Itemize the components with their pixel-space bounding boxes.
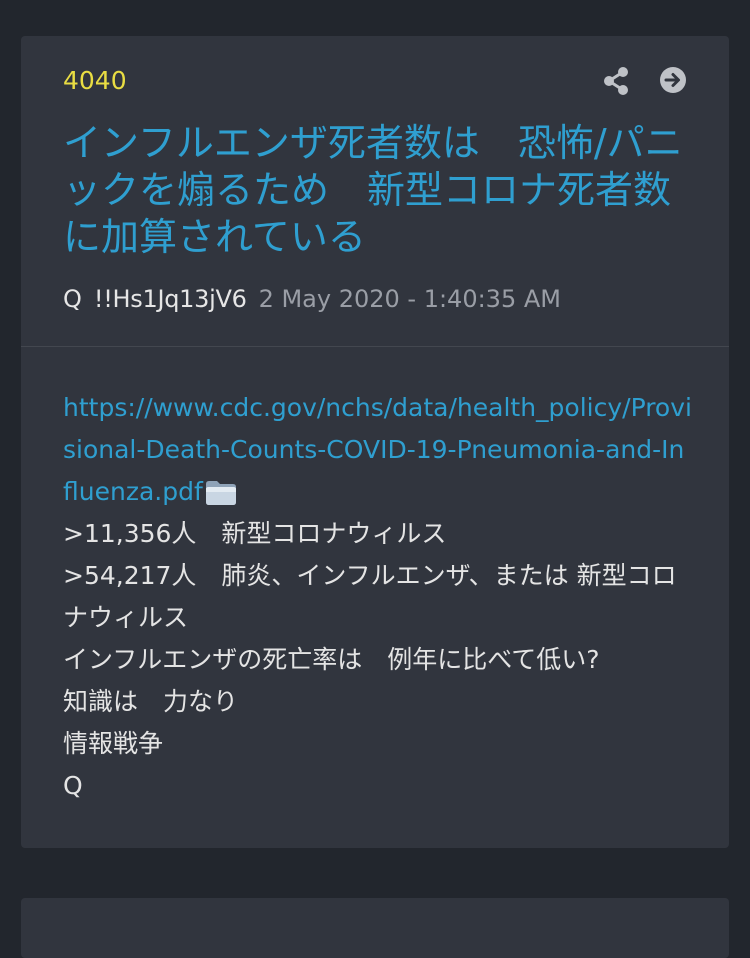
author-name: Q [63, 285, 82, 313]
body-line: インフルエンザの死亡率は 例年に比べて低い? [63, 645, 600, 674]
post-title: インフルエンザ死者数は 恐怖/パニックを煽るため 新型コロナ死者数に加算されてい… [63, 121, 683, 259]
post-meta: Q !!Hs1Jq13jV6 2 May 2020 - 1:40:35 AM [63, 282, 561, 316]
source-link-wrap: https://www.cdc.gov/nchs/data/health_pol… [63, 393, 692, 506]
share-icon[interactable] [603, 67, 629, 95]
folder-icon[interactable] [204, 478, 238, 506]
post-timestamp: 2 May 2020 - 1:40:35 AM [258, 285, 561, 313]
next-post-card [21, 898, 729, 958]
tripcode: !!Hs1Jq13jV6 [93, 285, 247, 313]
post-number[interactable]: 4040 [63, 66, 127, 96]
body-line: >54,217人 肺炎、インフルエンザ、または 新型コロナウィルス [63, 561, 677, 632]
body-line: 情報戦争 [63, 729, 164, 758]
arrow-right-circle-icon[interactable] [659, 66, 687, 94]
post-body: https://www.cdc.gov/nchs/data/health_pol… [63, 387, 693, 807]
body-line: Q [63, 771, 83, 800]
source-link[interactable]: https://www.cdc.gov/nchs/data/health_pol… [63, 393, 692, 506]
body-line: >11,356人 新型コロナウィルス [63, 519, 447, 548]
post-card: 4040 インフルエンザ死者数は 恐怖/パニックを煽るため 新型コロナ死者数に加… [21, 36, 729, 848]
divider [21, 346, 729, 347]
body-line: 知識は 力なり [63, 687, 239, 716]
